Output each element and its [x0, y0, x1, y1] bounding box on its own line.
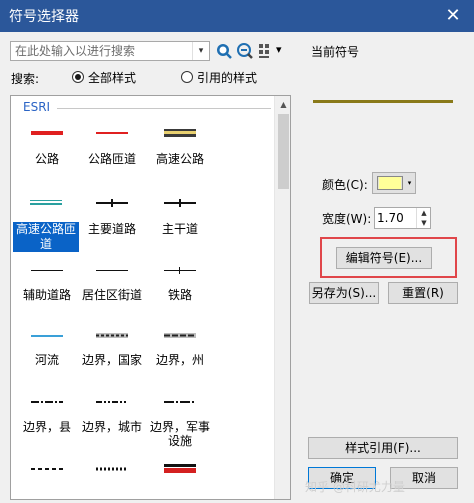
symbol-item[interactable]: 主要道路	[80, 196, 144, 246]
gray-dash-line-swatch	[164, 333, 196, 338]
symbol-label: 高速公路匝道	[13, 222, 79, 252]
teal-double-line-swatch	[30, 200, 62, 205]
reset-button[interactable]: 重置(R)	[388, 282, 458, 304]
color-picker-button[interactable]: ▾	[372, 172, 416, 194]
symbol-label: 边界，县	[22, 420, 71, 434]
symbol-label: 辅助道路	[22, 288, 71, 302]
watermark: 知乎 @科研尤力量	[305, 480, 405, 494]
symbol-item[interactable]: 边界，州	[148, 329, 212, 379]
symbol-label: 边界，州	[155, 353, 204, 367]
radio-label: 引用的样式	[197, 71, 258, 85]
symbol-label: 边界，城市	[81, 420, 142, 434]
symbol-item[interactable]: 居住区街道	[80, 264, 144, 314]
grid-view-icon[interactable]	[258, 42, 274, 60]
red-thick-line-swatch	[31, 131, 63, 135]
symbol-label: 边界，国家	[81, 353, 142, 367]
search-icon[interactable]	[215, 42, 233, 60]
radio-unselected-icon	[181, 71, 193, 83]
symbol-label: 公路	[34, 152, 59, 166]
symbol-item-selected[interactable]: 高速公路匝道	[13, 196, 79, 256]
symbol-item[interactable]	[80, 464, 144, 494]
symbol-label: 铁路	[167, 288, 192, 302]
symbol-item[interactable]: 边界，军事设施	[148, 396, 212, 456]
scroll-up-icon[interactable]: ▲	[275, 96, 290, 113]
width-label: 宽度(W):	[322, 212, 372, 226]
chevron-down-icon: ▾	[407, 179, 412, 187]
group-divider	[57, 108, 271, 109]
highlight-box	[320, 237, 457, 278]
blue-river-line-swatch	[31, 335, 63, 337]
symbol-item[interactable]: 公路匝道	[80, 126, 144, 176]
symbol-label: 公路匝道	[87, 152, 136, 166]
dashdot-line-swatch	[31, 401, 63, 403]
black-line-swatch	[31, 270, 63, 271]
dashdot-long-line-swatch	[164, 401, 196, 403]
symbol-item[interactable]: 辅助道路	[15, 264, 79, 314]
current-symbol-preview	[313, 100, 453, 103]
red-thin-line-swatch	[96, 132, 128, 134]
symbol-gallery[interactable]: ESRI 公路 公路匝道 高速公路 高速公路匝道 主要道路 主干道 辅助道路 居	[10, 95, 291, 500]
symbol-label: 高速公路	[155, 152, 204, 166]
search-input[interactable]	[13, 43, 193, 59]
symbol-item[interactable]: 主干道	[148, 196, 212, 246]
radio-label: 全部样式	[88, 71, 137, 85]
black-line-swatch	[96, 270, 128, 271]
symbol-label: 河流	[34, 353, 59, 367]
style-references-button[interactable]: 样式引用(F)...	[308, 437, 458, 459]
spin-up-icon[interactable]: ▲	[416, 208, 431, 218]
symbol-item[interactable]: 边界，国家	[80, 329, 144, 379]
symbol-label: 边界，军事设施	[149, 420, 210, 448]
black-tick-line-swatch	[96, 199, 128, 207]
black-tick-line-swatch	[164, 199, 196, 207]
view-dropdown-icon[interactable]: ▾	[276, 43, 282, 56]
current-symbol-label: 当前符号	[311, 45, 360, 59]
black-dash-line-swatch	[31, 468, 63, 470]
symbol-label: 主干道	[161, 222, 198, 236]
close-icon[interactable]: ✕	[440, 4, 466, 28]
dashdot-dots-line-swatch	[96, 401, 128, 403]
symbol-item[interactable]	[15, 464, 79, 494]
gray-dash-line-swatch	[96, 333, 128, 338]
zoom-icon[interactable]	[236, 42, 254, 60]
symbol-item[interactable]: 公路	[15, 126, 79, 176]
search-combo[interactable]: ▾	[10, 41, 210, 61]
symbol-item[interactable]: 边界，城市	[80, 396, 144, 456]
railroad-line-swatch	[164, 267, 196, 274]
title-bar: 符号选择器 ✕	[0, 0, 474, 32]
symbol-item[interactable]: 河流	[15, 329, 79, 379]
radio-selected-icon	[72, 71, 84, 83]
width-spinner[interactable]: ▲ ▼	[374, 207, 431, 229]
scroll-thumb[interactable]	[278, 114, 289, 189]
search-dropdown-icon[interactable]: ▾	[192, 42, 209, 60]
gallery-scrollbar[interactable]: ▲	[274, 96, 290, 499]
black-dash-bold-line-swatch	[96, 467, 128, 471]
spin-down-icon[interactable]: ▼	[416, 218, 431, 228]
symbol-item[interactable]: 边界，县	[15, 396, 79, 456]
highway-line-swatch	[164, 129, 196, 137]
symbol-item[interactable]	[148, 458, 212, 494]
symbol-item[interactable]: 铁路	[148, 264, 212, 314]
scope-label: 搜索:	[11, 72, 40, 86]
color-label: 颜色(C):	[322, 178, 368, 192]
red-black-line-swatch	[164, 464, 196, 473]
color-swatch	[377, 176, 403, 190]
window-title: 符号选择器	[9, 9, 79, 25]
group-label: ESRI	[23, 100, 51, 114]
symbol-item[interactable]: 高速公路	[148, 126, 212, 176]
width-input[interactable]	[377, 210, 413, 226]
save-as-button[interactable]: 另存为(S)...	[309, 282, 379, 304]
symbol-label: 居住区街道	[81, 288, 142, 302]
symbol-label: 主要道路	[87, 222, 136, 236]
